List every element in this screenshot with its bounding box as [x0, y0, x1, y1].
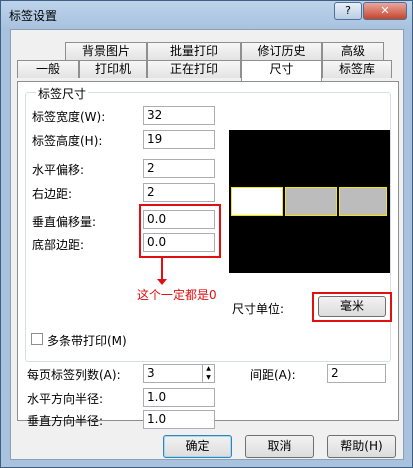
gap-label: 间距(A): [250, 368, 296, 382]
horizontal-radius-label: 水平方向半径: [27, 392, 104, 406]
multi-strip-label: 多条带打印(M) [47, 334, 127, 348]
spin-up-icon[interactable]: ▲ [203, 364, 214, 373]
label-height-label: 标签高度(H): [32, 134, 103, 148]
close-button[interactable]: ✕ [363, 2, 407, 20]
per-page-spinner[interactable]: ▲ ▼ [202, 364, 214, 383]
label-width-input[interactable]: 32 [143, 106, 215, 125]
tab-general[interactable]: 一般 [17, 60, 79, 78]
preview-label-1 [231, 187, 283, 216]
spin-down-icon[interactable]: ▼ [203, 373, 214, 382]
horizontal-radius-input[interactable]: 1.0 [143, 388, 215, 407]
annotation-text: 这个一定都是0 [137, 288, 217, 302]
gap-input[interactable]: 2 [327, 364, 386, 383]
annotation-arrow-head [157, 279, 167, 285]
tab-batch-print[interactable]: 批量打印 [147, 42, 241, 60]
label-height-input[interactable]: 19 [143, 130, 215, 149]
per-page-label: 每页标签列数(A): [27, 368, 121, 382]
vertical-radius-input[interactable]: 1.0 [143, 410, 215, 429]
ok-button[interactable]: 确定 [163, 435, 232, 458]
help-button[interactable]: 帮助(H) [327, 435, 396, 458]
tab-size[interactable]: 尺寸 [241, 60, 322, 81]
preview-label-2 [285, 187, 337, 216]
cancel-button[interactable]: 取消 [245, 435, 314, 458]
size-tab-page: 标签尺寸 标签宽度(W): 32 标签高度(H): 19 水平偏移: 2 右边距… [17, 81, 399, 429]
group-title: 标签尺寸 [36, 85, 89, 102]
multi-strip-checkbox[interactable] [31, 333, 43, 345]
dialog-body: 背景图片 批量打印 修订历史 高级 一般 打印机 正在打印 尺寸 标签库 标签尺… [10, 29, 404, 460]
per-page-value: 3 [147, 366, 155, 380]
right-margin-label: 右边距: [32, 187, 73, 201]
title-bar: 标签设置 ? ✕ [1, 1, 412, 29]
tab-revision-history[interactable]: 修订历史 [241, 42, 322, 60]
help-title-button[interactable]: ? [334, 2, 362, 20]
highlight-box-offsets [139, 204, 221, 258]
label-width-label: 标签宽度(W): [32, 110, 106, 124]
tab-printer[interactable]: 打印机 [79, 60, 147, 78]
tab-advanced[interactable]: 高级 [322, 42, 384, 60]
vertical-radius-label: 垂直方向半径: [27, 414, 104, 428]
tab-background-image[interactable]: 背景图片 [65, 42, 147, 60]
unit-label: 尺寸单位: [232, 302, 285, 316]
right-margin-input[interactable]: 2 [143, 183, 215, 202]
horizontal-offset-input[interactable]: 2 [143, 159, 215, 178]
bottom-margin-label: 底部边距: [32, 238, 85, 252]
tab-printing[interactable]: 正在打印 [147, 60, 241, 78]
tab-label-library[interactable]: 标签库 [322, 60, 392, 78]
horizontal-offset-label: 水平偏移: [32, 163, 85, 177]
window-title: 标签设置 [9, 9, 58, 23]
per-page-input[interactable]: 3 ▲ ▼ [143, 364, 215, 383]
vertical-offset-label: 垂直偏移量: [32, 215, 97, 229]
unit-button[interactable]: 毫米 [318, 296, 386, 317]
label-preview [229, 130, 390, 273]
label-settings-dialog: 标签设置 ? ✕ 背景图片 批量打印 修订历史 高级 一般 打印机 正在打印 尺… [0, 0, 413, 468]
preview-label-3 [339, 187, 387, 216]
